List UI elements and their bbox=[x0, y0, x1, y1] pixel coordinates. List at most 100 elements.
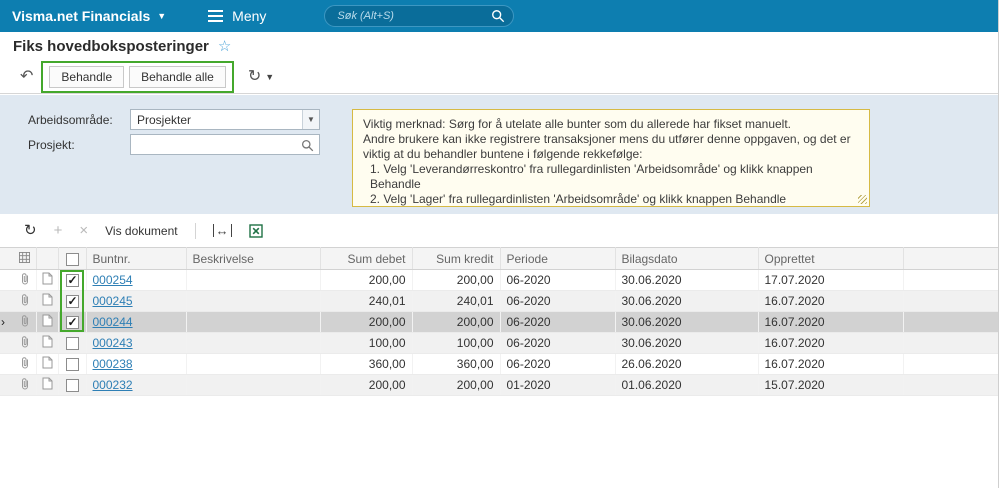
beskrivelse-cell bbox=[186, 374, 321, 396]
sum-debet-cell: 240,01 bbox=[320, 290, 413, 312]
search-icon[interactable] bbox=[491, 9, 505, 23]
row-marker bbox=[0, 374, 14, 396]
menu-label: Meny bbox=[232, 8, 267, 24]
attachment-cell[interactable] bbox=[14, 374, 37, 396]
attachment-cell[interactable] bbox=[14, 290, 37, 312]
note-icon bbox=[42, 293, 52, 306]
attachment-cell[interactable] bbox=[14, 311, 37, 333]
checkbox-cell bbox=[58, 374, 87, 396]
sum-kredit-cell: 360,00 bbox=[412, 353, 501, 375]
export-excel-icon[interactable] bbox=[248, 223, 263, 238]
paperclip-icon bbox=[21, 377, 28, 389]
table-row[interactable]: 000254 200,00 200,00 06-2020 30.06.2020 … bbox=[0, 269, 998, 291]
brand-menu[interactable]: Visma.net Financials ▼ bbox=[12, 8, 166, 24]
buntnr-link[interactable]: 000232 bbox=[93, 378, 133, 392]
refresh-icon: ↻ bbox=[247, 67, 262, 85]
attachment-cell[interactable] bbox=[14, 353, 37, 375]
note-cell[interactable] bbox=[36, 353, 59, 375]
paperclip-icon bbox=[21, 335, 28, 347]
menu-icon bbox=[208, 10, 224, 22]
note-cell[interactable] bbox=[36, 290, 59, 312]
row-checkbox[interactable] bbox=[65, 379, 79, 393]
beskrivelse-cell bbox=[186, 332, 321, 354]
note-icon bbox=[42, 314, 52, 327]
grid-settings-header[interactable] bbox=[14, 247, 37, 270]
title-bar: Fiks hovedboksposteringer ☆ bbox=[0, 32, 998, 60]
table-row[interactable]: › 000244 200,00 200,00 06-2020 30.06.202… bbox=[0, 311, 998, 333]
filter-panel: Arbeidsområde: Prosjekter ▼ Prosjekt: Vi… bbox=[0, 95, 998, 214]
note-cell[interactable] bbox=[36, 311, 59, 333]
menu-button[interactable]: Meny bbox=[208, 8, 266, 24]
filler-cell bbox=[903, 290, 998, 312]
table-row[interactable]: 000238 360,00 360,00 06-2020 26.06.2020 … bbox=[0, 353, 998, 375]
buntnr-link[interactable]: 000244 bbox=[93, 315, 133, 329]
row-checkbox[interactable] bbox=[65, 315, 79, 330]
project-input[interactable] bbox=[131, 135, 319, 154]
workspace-select[interactable]: Prosjekter ▼ bbox=[130, 109, 320, 130]
column-header-periode[interactable]: Periode bbox=[500, 247, 616, 270]
buntnr-link[interactable]: 000238 bbox=[93, 357, 133, 371]
note-cell[interactable] bbox=[36, 332, 59, 354]
grid-refresh-icon[interactable]: ↻ bbox=[24, 223, 37, 238]
bilagsdato-cell: 30.06.2020 bbox=[615, 290, 759, 312]
row-marker-header bbox=[0, 247, 14, 270]
behandle-button[interactable]: Behandle bbox=[49, 65, 125, 88]
row-checkbox[interactable] bbox=[65, 337, 79, 351]
column-header-sum-debet[interactable]: Sum debet bbox=[320, 247, 413, 270]
select-all-checkbox[interactable] bbox=[65, 252, 79, 266]
table-row[interactable]: 000232 200,00 200,00 01-2020 01.06.2020 … bbox=[0, 374, 998, 396]
note-cell[interactable] bbox=[36, 374, 59, 396]
favorite-star-icon[interactable]: ☆ bbox=[218, 37, 231, 55]
buntnr-link[interactable]: 000254 bbox=[93, 273, 133, 287]
note-line: Viktig merknad: Sørg for å utelate alle … bbox=[363, 117, 791, 131]
workspace-filter-row: Arbeidsområde: Prosjekter ▼ bbox=[28, 109, 320, 130]
attachment-cell[interactable] bbox=[14, 269, 37, 291]
add-row-icon[interactable]: + bbox=[54, 223, 63, 238]
sum-kredit-cell: 100,00 bbox=[412, 332, 501, 354]
behandle-alle-button[interactable]: Behandle alle bbox=[129, 65, 226, 88]
row-marker: › bbox=[0, 311, 14, 333]
fit-width-icon[interactable]: ↔ bbox=[212, 224, 232, 237]
opprettet-cell: 16.07.2020 bbox=[758, 311, 904, 333]
note-icon bbox=[42, 377, 52, 390]
periode-cell: 01-2020 bbox=[500, 374, 616, 396]
bilagsdato-cell: 30.06.2020 bbox=[615, 269, 759, 291]
brand-label: Visma.net Financials bbox=[12, 8, 151, 24]
data-grid: Buntnr. Beskrivelse Sum debet Sum kredit… bbox=[0, 247, 998, 396]
buntnr-link[interactable]: 000243 bbox=[93, 336, 133, 350]
vis-dokument-button[interactable]: Vis dokument bbox=[105, 224, 178, 238]
note-icon bbox=[42, 272, 52, 285]
dropdown-arrow-icon[interactable]: ▼ bbox=[302, 110, 319, 129]
row-checkbox[interactable] bbox=[65, 294, 79, 309]
annotation-box-buttons: Behandle Behandle alle bbox=[41, 60, 234, 93]
refresh-button[interactable]: ↻ ▼ bbox=[247, 67, 274, 85]
undo-icon[interactable]: ↶ bbox=[20, 68, 33, 85]
column-header-sum-kredit[interactable]: Sum kredit bbox=[412, 247, 501, 270]
application-window: Visma.net Financials ▼ Meny Fiks hovedbo… bbox=[0, 0, 999, 488]
search-input[interactable] bbox=[324, 5, 515, 27]
table-row[interactable]: 000245 240,01 240,01 06-2020 30.06.2020 … bbox=[0, 290, 998, 312]
bilagsdato-cell: 26.06.2020 bbox=[615, 353, 759, 375]
bilagsdato-cell: 01.06.2020 bbox=[615, 374, 759, 396]
lookup-magnifier-icon[interactable] bbox=[301, 139, 314, 152]
sum-kredit-cell: 200,00 bbox=[412, 311, 501, 333]
project-lookup bbox=[130, 134, 320, 155]
column-header-buntnr[interactable]: Buntnr. bbox=[86, 247, 187, 270]
column-header-opprettet[interactable]: Opprettet bbox=[758, 247, 904, 270]
row-checkbox[interactable] bbox=[65, 358, 79, 372]
delete-row-icon[interactable]: × bbox=[79, 223, 88, 238]
note-step: 2. Velg 'Lager' fra rullegardinlisten 'A… bbox=[370, 192, 787, 206]
resize-grip-icon[interactable] bbox=[858, 195, 867, 204]
note-cell[interactable] bbox=[36, 269, 59, 291]
attachment-cell[interactable] bbox=[14, 332, 37, 354]
buntnr-link[interactable]: 000245 bbox=[93, 294, 133, 308]
table-row[interactable]: 000243 100,00 100,00 06-2020 30.06.2020 … bbox=[0, 332, 998, 354]
column-header-bilagsdato[interactable]: Bilagsdato bbox=[615, 247, 759, 270]
beskrivelse-cell bbox=[186, 269, 321, 291]
toolbar-separator bbox=[194, 222, 196, 239]
filler-header bbox=[903, 247, 998, 270]
buntnr-cell: 000243 bbox=[86, 332, 187, 354]
column-header-beskrivelse[interactable]: Beskrivelse bbox=[186, 247, 321, 270]
action-toolbar: ↶ Behandle Behandle alle ↻ ▼ bbox=[0, 60, 998, 94]
row-checkbox[interactable] bbox=[65, 273, 79, 288]
